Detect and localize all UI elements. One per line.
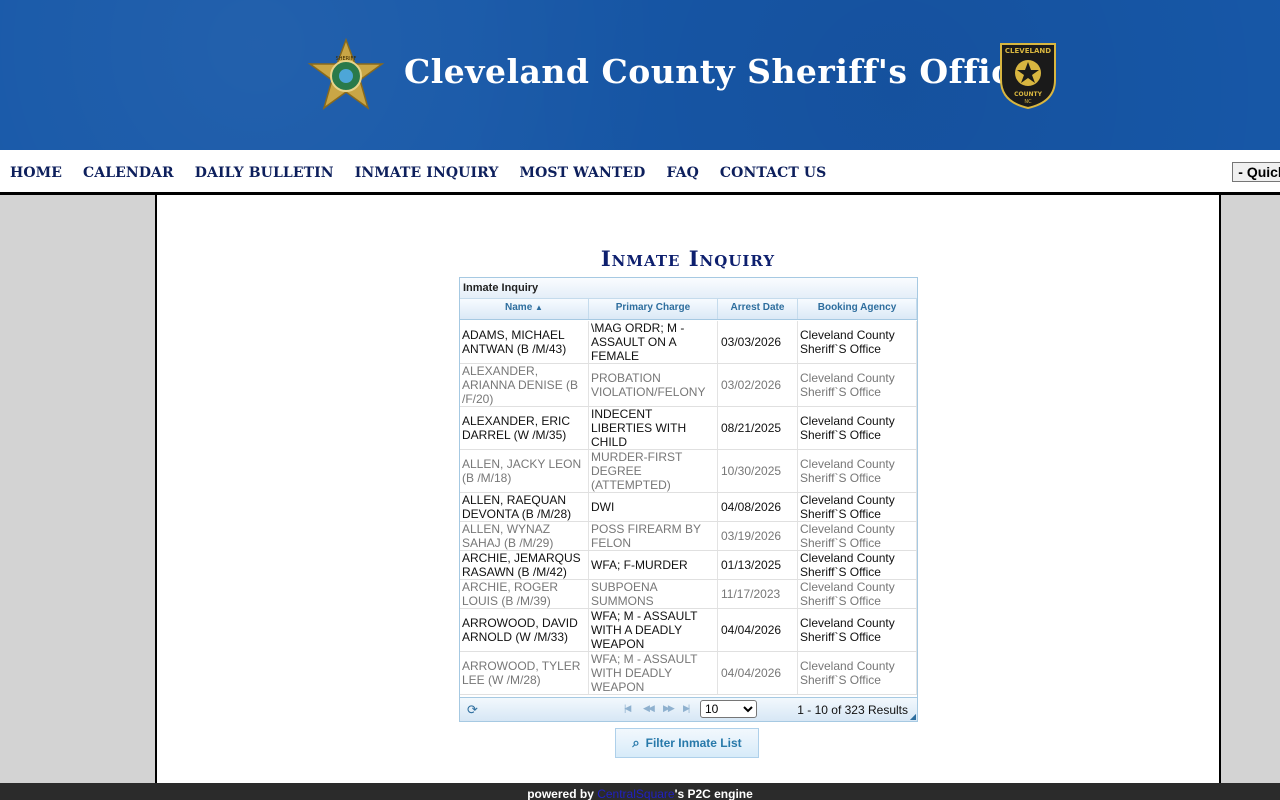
cell-primary-charge: WFA; M - ASSAULT WITH A DEADLY WEAPON [589,609,718,651]
grid-pager: ⟳ |◀ ◀◀ ▶▶ ▶| 102550100 1 - 10 of 323 Re… [460,697,917,721]
cell-arrest-date: 11/17/2023 [718,580,798,608]
cell-name: ALLEN, WYNAZ SAHAJ (B /M/29) [460,522,589,550]
page-title: Inmate Inquiry [600,246,776,271]
nav-faq[interactable]: FAQ [666,165,698,181]
footer: powered by CentralSquare's P2C engine [0,783,1280,800]
cell-booking-agency: Cleveland County Sheriff`S Office [798,493,917,521]
cell-primary-charge: PROBATION VIOLATION/FELONY [589,364,718,406]
site-title: Cleveland County Sheriff's Office [404,52,1034,91]
cell-primary-charge: WFA; F-MURDER [589,551,718,579]
cell-booking-agency: Cleveland County Sheriff`S Office [798,407,917,449]
column-header-booking-agency[interactable]: Booking Agency [798,299,917,319]
quick-links-button[interactable]: - Quick [1232,162,1280,182]
sort-ascending-icon: ▲ [535,303,543,312]
footer-prefix: powered by [527,787,598,800]
cell-arrest-date: 04/04/2026 [718,652,798,694]
cell-arrest-date: 04/04/2026 [718,609,798,651]
inmate-grid: Inmate Inquiry Name ▲ Primary Charge Arr… [459,277,918,722]
nav-daily-bulletin[interactable]: DAILY BULLETIN [195,165,334,181]
table-row[interactable]: ALLEN, WYNAZ SAHAJ (B /M/29) POSS FIREARM… [460,522,917,551]
previous-page-icon[interactable]: ◀◀ [643,703,655,714]
cell-arrest-date: 03/02/2026 [718,364,798,406]
cell-arrest-date: 01/13/2025 [718,551,798,579]
grid-header: Name ▲ Primary Charge Arrest Date Bookin… [460,298,917,320]
cell-primary-charge: WFA; M - ASSAULT WITH DEADLY WEAPON [589,652,718,694]
cell-name: ALEXANDER, ARIANNA DENISE (B /F/20) [460,364,589,406]
resize-grip-icon[interactable]: ◢ [910,712,916,721]
results-count: 1 - 10 of 323 Results [797,703,908,717]
table-row[interactable]: ALEXANDER, ARIANNA DENISE (B /F/20) PROBA… [460,364,917,407]
search-icon: ⌕ [632,735,640,750]
nav-most-wanted[interactable]: MOST WANTED [520,165,646,181]
cell-arrest-date: 10/30/2025 [718,450,798,492]
nav-home[interactable]: HOME [10,165,62,181]
filter-inmate-list-button[interactable]: ⌕ Filter Inmate List [615,728,759,758]
cell-name: ALLEN, JACKY LEON (B /M/18) [460,450,589,492]
cell-name: ARROWOOD, TYLER LEE (W /M/28) [460,652,589,694]
svg-text:COUNTY: COUNTY [1014,91,1042,98]
cell-name: ALLEN, RAEQUAN DEVONTA (B /M/28) [460,493,589,521]
cell-booking-agency: Cleveland County Sheriff`S Office [798,321,917,363]
cell-arrest-date: 08/21/2025 [718,407,798,449]
cell-arrest-date: 04/08/2026 [718,493,798,521]
column-header-primary-charge[interactable]: Primary Charge [589,299,718,319]
refresh-icon[interactable]: ⟳ [467,702,478,718]
cell-primary-charge: POSS FIREARM BY FELON [589,522,718,550]
filter-button-label: Filter Inmate List [645,736,742,750]
column-header-name[interactable]: Name ▲ [460,299,589,319]
county-seal-icon: CLEVELAND COUNTY NC [1000,43,1056,110]
cell-name: ARROWOOD, DAVID ARNOLD (W /M/33) [460,609,589,651]
footer-suffix: 's P2C engine [674,787,753,800]
grid-body: ADAMS, MICHAEL ANTWAN (B /M/43) \MAG ORDR… [460,321,917,697]
cell-name: ADAMS, MICHAEL ANTWAN (B /M/43) [460,321,589,363]
first-page-icon[interactable]: |◀ [624,703,631,714]
cell-booking-agency: Cleveland County Sheriff`S Office [798,450,917,492]
table-row[interactable]: ARROWOOD, DAVID ARNOLD (W /M/33) WFA; M -… [460,609,917,652]
table-row[interactable]: ADAMS, MICHAEL ANTWAN (B /M/43) \MAG ORDR… [460,321,917,364]
svg-text:SHERIFF: SHERIFF [336,56,357,62]
cell-name: ARCHIE, ROGER LOUIS (B /M/39) [460,580,589,608]
column-header-arrest-date[interactable]: Arrest Date [718,299,798,319]
cell-booking-agency: Cleveland County Sheriff`S Office [798,580,917,608]
sheriff-star-badge-icon: SHERIFF [307,38,385,110]
cell-booking-agency: Cleveland County Sheriff`S Office [798,364,917,406]
next-page-icon[interactable]: ▶▶ [663,703,675,714]
table-row[interactable]: ARCHIE, ROGER LOUIS (B /M/39) SUBPOENA SU… [460,580,917,609]
cell-booking-agency: Cleveland County Sheriff`S Office [798,522,917,550]
nav-inmate-inquiry[interactable]: INMATE INQUIRY [355,165,499,181]
cell-booking-agency: Cleveland County Sheriff`S Office [798,609,917,651]
nav-calendar[interactable]: CALENDAR [83,165,174,181]
cell-arrest-date: 03/19/2026 [718,522,798,550]
cell-primary-charge: SUBPOENA SUMMONS [589,580,718,608]
main-navigation: HOME CALENDAR DAILY BULLETIN INMATE INQU… [0,150,1280,195]
table-row[interactable]: ALEXANDER, ERIC DARREL (W /M/35) INDECENT… [460,407,917,450]
cell-arrest-date: 03/03/2026 [718,321,798,363]
grid-caption: Inmate Inquiry [460,278,917,298]
table-row[interactable]: ALLEN, JACKY LEON (B /M/18) MURDER-FIRST … [460,450,917,493]
header-banner: SHERIFF Cleveland County Sheriff's Offic… [0,0,1280,150]
table-row[interactable]: ARCHIE, JEMARQUS RASAWN (B /M/42) WFA; F-… [460,551,917,580]
cell-primary-charge: MURDER-FIRST DEGREE (ATTEMPTED) [589,450,718,492]
svg-text:NC: NC [1024,99,1032,105]
page-size-select[interactable]: 102550100 [700,700,757,718]
last-page-icon[interactable]: ▶| [683,703,690,714]
table-row[interactable]: ALLEN, RAEQUAN DEVONTA (B /M/28) DWI 04/08… [460,493,917,522]
cell-name: ARCHIE, JEMARQUS RASAWN (B /M/42) [460,551,589,579]
svg-text:CLEVELAND: CLEVELAND [1005,47,1051,55]
nav-contact-us[interactable]: CONTACT US [720,165,826,181]
cell-name: ALEXANDER, ERIC DARREL (W /M/35) [460,407,589,449]
centralsquare-link[interactable]: CentralSquare [597,787,674,800]
table-row[interactable]: ARROWOOD, TYLER LEE (W /M/28) WFA; M - AS… [460,652,917,695]
cell-booking-agency: Cleveland County Sheriff`S Office [798,551,917,579]
cell-primary-charge: \MAG ORDR; M - ASSAULT ON A FEMALE [589,321,718,363]
cell-booking-agency: Cleveland County Sheriff`S Office [798,652,917,694]
cell-primary-charge: INDECENT LIBERTIES WITH CHILD [589,407,718,449]
cell-primary-charge: DWI [589,493,718,521]
